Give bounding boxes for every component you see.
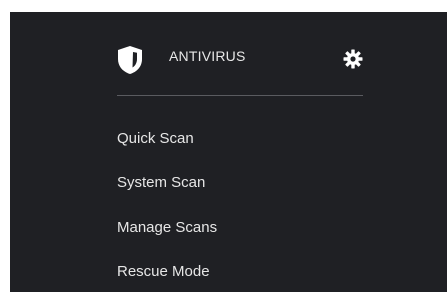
shield-icon [118,46,142,74]
app-title: ANTIVIRUS [169,48,246,64]
menu-item-rescue-mode[interactable]: Rescue Mode [117,261,210,283]
menu-item-system-scan[interactable]: System Scan [117,172,205,194]
menu-item-quick-scan[interactable]: Quick Scan [117,128,194,150]
header-divider [117,95,363,96]
panel-header: ANTIVIRUS [10,12,447,107]
antivirus-menu-panel: ANTIVIRUS Quick Scan System Scan Manage … [10,12,447,292]
menu-item-manage-scans[interactable]: Manage Scans [117,217,217,239]
gear-icon[interactable] [343,49,363,69]
